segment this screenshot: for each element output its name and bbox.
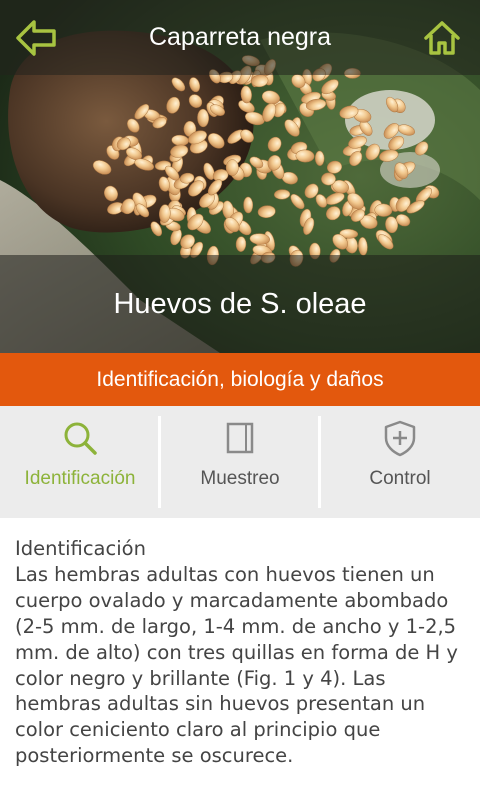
magnifier-icon	[64, 422, 97, 455]
tab-label: Control	[369, 468, 431, 489]
back-arrow-icon	[16, 20, 56, 56]
page-title: Caparreta negra	[148, 23, 332, 51]
screen: Caparreta negra Huevos de S. oleae Ident…	[0, 0, 480, 800]
tab-control[interactable]: Control	[320, 406, 480, 518]
home-button[interactable]	[420, 16, 464, 60]
content-text: Las hembras adultas con huevos tienen un…	[15, 562, 458, 768]
content-heading: Identificación	[15, 537, 146, 560]
shield-plus-icon	[384, 420, 416, 457]
back-button[interactable]	[14, 18, 60, 58]
tab-label: Identificación	[24, 468, 136, 489]
image-caption: Huevos de S. oleae	[113, 288, 367, 320]
hero-image: Caparreta negra Huevos de S. oleae	[0, 0, 480, 353]
notebook-icon	[226, 422, 254, 454]
content-body: Identificación Las hembras adultas con h…	[15, 536, 470, 769]
tab-bar: Identificación Muestreo Control	[0, 406, 480, 518]
tab-muestreo[interactable]: Muestreo	[160, 406, 320, 518]
home-icon	[424, 21, 460, 55]
tab-label: Muestreo	[200, 468, 280, 489]
tab-identificacion[interactable]: Identificación	[0, 406, 160, 518]
section-title: Identificación, biología y daños	[0, 353, 480, 406]
